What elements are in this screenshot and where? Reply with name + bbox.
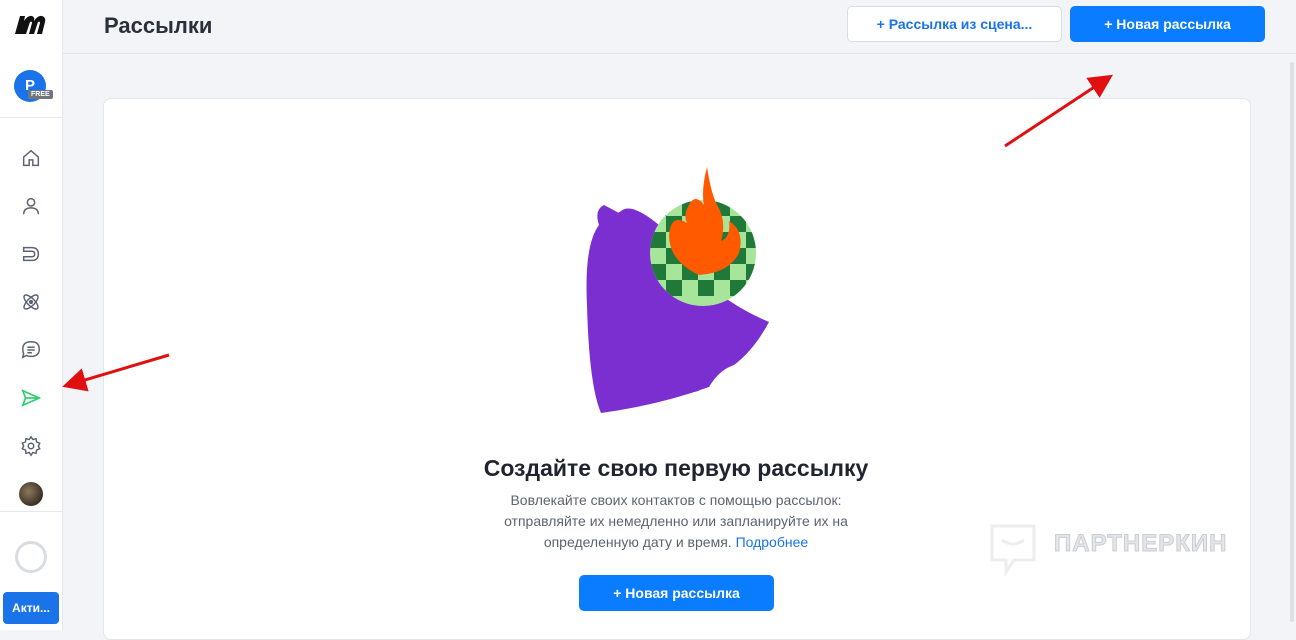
atom-icon xyxy=(23,294,39,310)
progress-ring xyxy=(15,541,47,573)
scrollbar-thumb[interactable] xyxy=(1290,62,1294,622)
manychat-logo-icon[interactable] xyxy=(13,10,49,38)
user-icon xyxy=(22,197,40,215)
sidebar-item-settings[interactable] xyxy=(18,433,44,459)
divider xyxy=(0,511,62,512)
sidebar-item-contacts[interactable] xyxy=(18,193,44,219)
desc-line-1: Вовлекайте своих контактов с помощью рас… xyxy=(510,492,842,508)
empty-state-description: Вовлекайте своих контактов с помощью рас… xyxy=(476,490,876,553)
divider xyxy=(0,117,62,118)
sidebar-item-integrations[interactable] xyxy=(18,289,44,315)
new-broadcast-main-button[interactable]: + Новая рассылка xyxy=(579,575,774,611)
new-broadcast-button[interactable]: + Новая рассылка xyxy=(1070,6,1265,42)
magnet-icon xyxy=(22,246,40,262)
home-icon xyxy=(22,149,40,167)
page-title: Рассылки xyxy=(104,13,213,38)
watermark-text: ПАРТНЕРКИН xyxy=(1054,530,1228,558)
desc-line-2: отправляйте их немедленно или запланируй… xyxy=(504,513,848,529)
profile-photo[interactable] xyxy=(19,482,43,506)
gear-icon xyxy=(21,435,41,457)
desc-line-3: определенную дату и время. xyxy=(543,534,732,550)
plan-badge: FREE xyxy=(28,90,53,99)
bell-fire-illustration xyxy=(586,167,769,413)
page-header: Рассылки + Рассылка из сцена... + Новая … xyxy=(63,0,1296,54)
sidebar: P FREE Акти... xyxy=(0,0,63,630)
sidebar-item-broadcasts[interactable] xyxy=(18,385,44,411)
empty-state-title: Создайте свою первую рассылку xyxy=(483,455,869,481)
sidebar-item-automation[interactable] xyxy=(18,241,44,267)
broadcast-from-scenario-button[interactable]: + Рассылка из сцена... xyxy=(847,6,1062,42)
chat-icon xyxy=(21,341,40,359)
activate-button[interactable]: Акти... xyxy=(3,592,59,624)
sidebar-item-home[interactable] xyxy=(18,145,44,171)
sidebar-item-live-chat[interactable] xyxy=(18,337,44,363)
send-icon xyxy=(21,389,42,407)
learn-more-link[interactable]: Подробнее xyxy=(736,534,809,550)
